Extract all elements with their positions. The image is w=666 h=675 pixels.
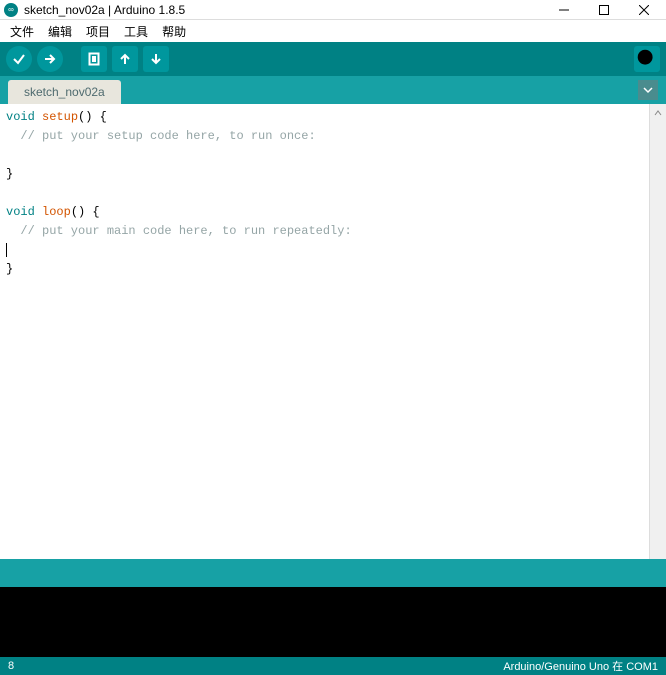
editor-panel: void setup() { // put your setup code he… [0,104,666,559]
toolbar [0,42,666,76]
tabbar: sketch_nov02a [0,76,666,104]
status-line-number: 8 [8,660,14,672]
serial-monitor-icon [634,46,660,72]
check-icon [12,52,26,66]
code-editor[interactable]: void setup() { // put your setup code he… [0,104,649,559]
serial-monitor-button[interactable] [634,46,660,72]
menu-file[interactable]: 文件 [4,21,40,42]
arduino-logo-icon [4,3,18,17]
open-button[interactable] [112,46,138,72]
vertical-scrollbar[interactable] [649,104,666,559]
minimize-button[interactable] [544,1,584,19]
tab-menu-button[interactable] [638,80,658,100]
arrow-down-icon [149,52,163,66]
save-button[interactable] [143,46,169,72]
upload-button[interactable] [37,46,63,72]
titlebar: sketch_nov02a | Arduino 1.8.5 [0,0,666,20]
chevron-down-icon [643,85,653,95]
text-cursor [6,243,7,257]
statusbar: 8 Arduino/Genuino Uno 在 COM1 [0,657,666,675]
window-controls [544,1,664,19]
tab-sketch[interactable]: sketch_nov02a [8,80,121,104]
verify-button[interactable] [6,46,32,72]
output-console [0,587,666,657]
new-button[interactable] [81,46,107,72]
menu-tools[interactable]: 工具 [118,21,154,42]
output-separator[interactable] [0,559,666,587]
menu-project[interactable]: 项目 [80,21,116,42]
menu-help[interactable]: 帮助 [156,21,192,42]
scroll-up-arrow[interactable] [650,104,666,121]
menu-edit[interactable]: 编辑 [42,21,78,42]
menubar: 文件 编辑 项目 工具 帮助 [0,20,666,42]
status-board-port: Arduino/Genuino Uno 在 COM1 [503,658,658,674]
arrow-up-icon [118,52,132,66]
arrow-right-icon [43,52,57,66]
close-button[interactable] [624,1,664,19]
window-title: sketch_nov02a | Arduino 1.8.5 [24,3,544,17]
file-new-icon [87,52,101,66]
maximize-button[interactable] [584,1,624,19]
